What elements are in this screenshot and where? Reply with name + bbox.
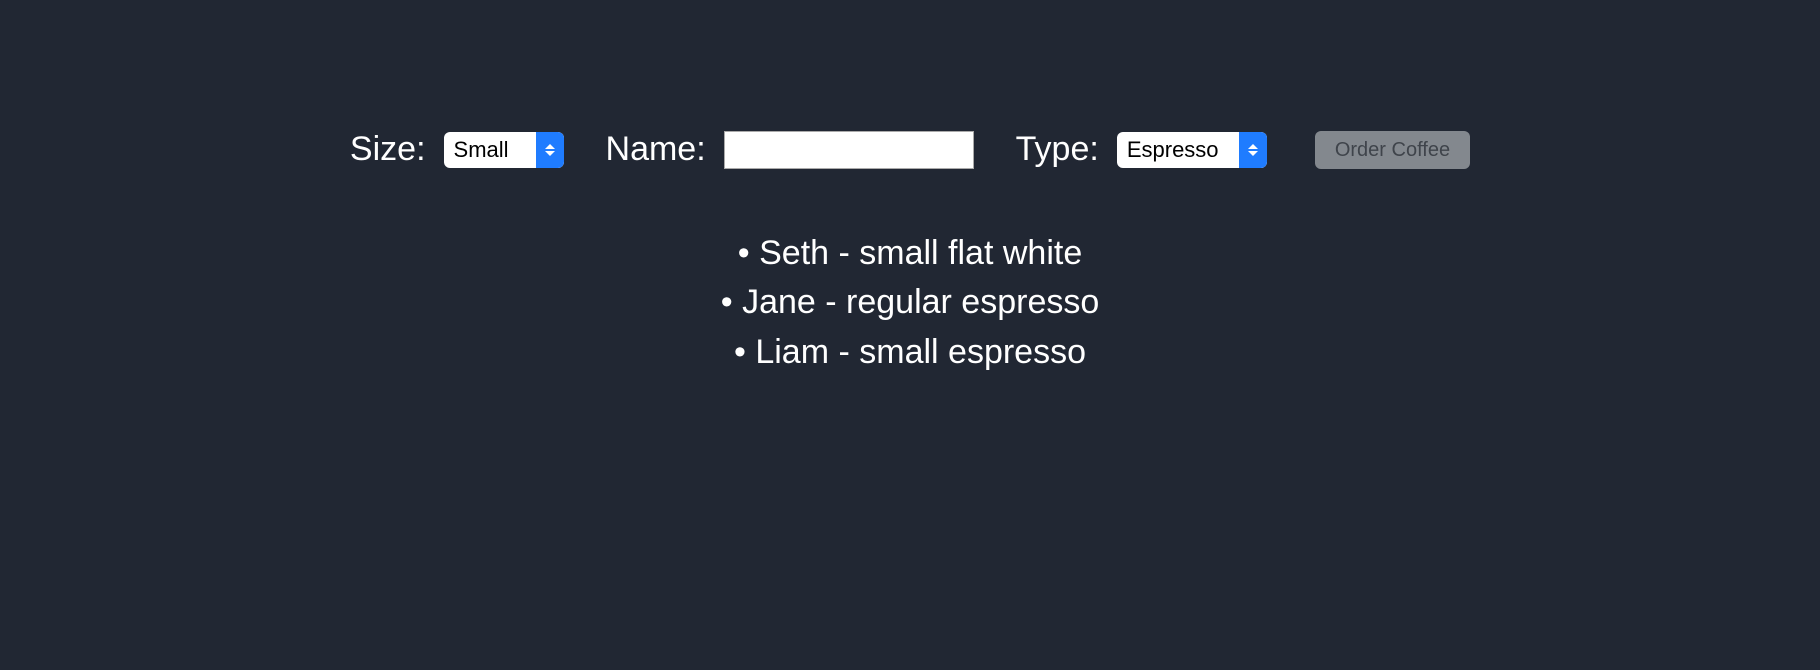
size-label: Size: xyxy=(350,130,426,169)
orders-list-container: Seth - small flat white Jane - regular e… xyxy=(0,229,1820,377)
order-coffee-button[interactable]: Order Coffee xyxy=(1315,131,1470,169)
type-select-wrap: Espresso xyxy=(1117,132,1267,168)
name-input[interactable] xyxy=(724,131,974,169)
list-item: Seth - small flat white xyxy=(721,229,1100,278)
order-form-row: Size: Small Name: Type: Espresso Order C… xyxy=(0,130,1820,169)
size-select-wrap: Small xyxy=(444,132,564,168)
orders-list: Seth - small flat white Jane - regular e… xyxy=(721,229,1100,377)
list-item: Jane - regular espresso xyxy=(721,278,1100,327)
type-select[interactable]: Espresso xyxy=(1117,132,1267,168)
type-label: Type: xyxy=(1016,130,1099,169)
list-item: Liam - small espresso xyxy=(721,328,1100,377)
size-select[interactable]: Small xyxy=(444,132,564,168)
name-label: Name: xyxy=(606,130,706,169)
